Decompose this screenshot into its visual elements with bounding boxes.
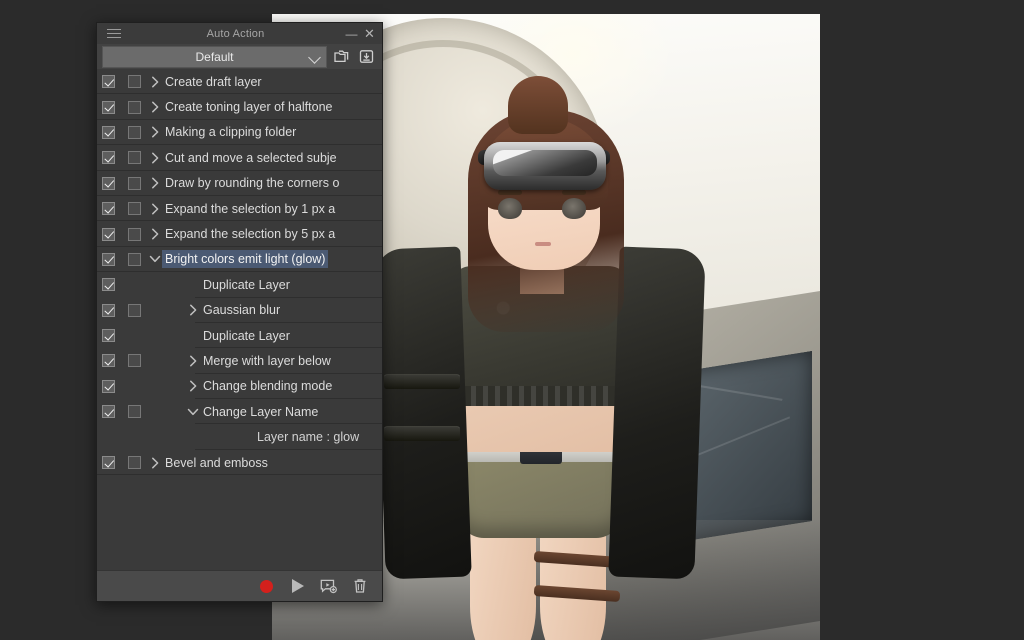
action-dialog-checkbox[interactable] — [128, 304, 141, 317]
chevron-right-icon[interactable] — [147, 75, 162, 89]
action-row-label: Draw by rounding the corners o — [162, 174, 342, 192]
action-row-label: Duplicate Layer — [200, 276, 293, 294]
action-dialog-checkbox[interactable] — [128, 456, 141, 469]
action-set-value: Default — [195, 50, 233, 64]
action-dialog-checkbox[interactable] — [128, 101, 141, 114]
action-enabled-checkbox[interactable] — [102, 405, 115, 418]
action-enabled-checkbox[interactable] — [102, 228, 115, 241]
close-button[interactable]: ✕ — [361, 23, 378, 44]
duplicate-action-set-icon[interactable] — [331, 46, 352, 67]
action-enabled-checkbox[interactable] — [102, 101, 115, 114]
action-enabled-checkbox[interactable] — [102, 278, 115, 291]
action-dialog-checkbox[interactable] — [128, 405, 141, 418]
action-row-label: Cut and move a selected subje — [162, 149, 340, 167]
action-row[interactable]: Making a clipping folder — [97, 120, 382, 145]
action-enabled-checkbox[interactable] — [102, 329, 115, 342]
trash-icon — [353, 578, 367, 594]
action-row-label: Bevel and emboss — [162, 454, 271, 472]
action-row[interactable]: Duplicate Layer — [97, 272, 382, 297]
action-row-label: Duplicate Layer — [200, 327, 293, 345]
action-enabled-checkbox[interactable] — [102, 456, 115, 469]
action-enabled-checkbox[interactable] — [102, 354, 115, 367]
action-dialog-checkbox[interactable] — [128, 151, 141, 164]
action-row[interactable]: Cut and move a selected subje — [97, 145, 382, 170]
action-row[interactable]: Create draft layer — [97, 69, 382, 94]
hamburger-icon[interactable] — [97, 29, 123, 38]
chevron-right-icon[interactable] — [147, 227, 162, 241]
action-row-label: Create draft layer — [162, 73, 265, 91]
chevron-right-icon[interactable] — [147, 125, 162, 139]
action-set-select[interactable]: Default — [102, 46, 327, 68]
action-enabled-checkbox[interactable] — [102, 202, 115, 215]
chevron-right-icon[interactable] — [185, 379, 200, 393]
action-row[interactable]: Duplicate Layer — [97, 323, 382, 348]
panel-toolbar — [97, 570, 382, 601]
action-enabled-checkbox[interactable] — [102, 151, 115, 164]
import-action-set-icon[interactable] — [356, 46, 377, 67]
action-dialog-checkbox[interactable] — [128, 228, 141, 241]
action-enabled-checkbox[interactable] — [102, 253, 115, 266]
action-enabled-checkbox[interactable] — [102, 75, 115, 88]
action-dialog-checkbox[interactable] — [128, 126, 141, 139]
panel-titlebar[interactable]: Auto Action — ✕ — [97, 23, 382, 44]
action-set-row: Default — [97, 44, 382, 69]
action-row[interactable]: Layer name : glow — [97, 424, 382, 449]
action-row[interactable]: Gaussian blur — [97, 298, 382, 323]
chevron-right-icon[interactable] — [147, 202, 162, 216]
chevron-right-icon[interactable] — [185, 303, 200, 317]
chevron-right-icon[interactable] — [185, 354, 200, 368]
action-row[interactable]: Merge with layer below — [97, 348, 382, 373]
canvas-top-band — [272, 0, 820, 14]
action-dialog-checkbox[interactable] — [128, 177, 141, 190]
add-action-button[interactable] — [319, 577, 338, 596]
app-root: Auto Action — ✕ Default — [0, 0, 1024, 640]
record-action-button[interactable] — [257, 577, 276, 596]
action-row[interactable]: Bright colors emit light (glow) — [97, 247, 382, 272]
action-list[interactable]: Create draft layer Create toning layer of… — [97, 69, 382, 570]
record-circle-icon — [260, 580, 273, 593]
action-enabled-checkbox[interactable] — [102, 177, 115, 190]
action-row-label: Layer name : glow — [254, 428, 362, 446]
chevron-down-icon[interactable] — [147, 252, 162, 266]
action-row[interactable]: Expand the selection by 1 px a — [97, 196, 382, 221]
action-row[interactable]: Bevel and emboss — [97, 450, 382, 475]
action-row-label: Change blending mode — [200, 377, 335, 395]
chevron-right-icon[interactable] — [147, 151, 162, 165]
play-action-button[interactable] — [288, 577, 307, 596]
chevron-right-icon[interactable] — [147, 100, 162, 114]
action-row-label: Change Layer Name — [200, 403, 321, 421]
row-separator — [97, 474, 382, 475]
play-triangle-icon — [292, 579, 304, 593]
action-row-label: Expand the selection by 5 px a — [162, 225, 338, 243]
action-dialog-checkbox[interactable] — [128, 202, 141, 215]
action-row-label: Gaussian blur — [200, 301, 283, 319]
action-row-label: Create toning layer of halftone — [162, 98, 335, 116]
action-dialog-checkbox[interactable] — [128, 75, 141, 88]
chevron-right-icon[interactable] — [147, 176, 162, 190]
action-enabled-checkbox[interactable] — [102, 304, 115, 317]
action-row-label: Making a clipping folder — [162, 123, 299, 141]
chevron-down-icon[interactable] — [185, 405, 200, 419]
action-row[interactable]: Create toning layer of halftone — [97, 94, 382, 119]
action-enabled-checkbox[interactable] — [102, 380, 115, 393]
delete-action-button[interactable] — [350, 577, 369, 596]
chevron-right-icon[interactable] — [147, 456, 162, 470]
action-row[interactable]: Draw by rounding the corners o — [97, 171, 382, 196]
action-row-label: Bright colors emit light (glow) — [162, 250, 328, 268]
add-action-icon — [320, 578, 337, 594]
action-row[interactable]: Expand the selection by 5 px a — [97, 221, 382, 246]
action-row-label: Merge with layer below — [200, 352, 334, 370]
action-dialog-checkbox[interactable] — [128, 354, 141, 367]
action-enabled-checkbox[interactable] — [102, 126, 115, 139]
action-row-label: Expand the selection by 1 px a — [162, 200, 338, 218]
action-row[interactable]: Change blending mode — [97, 374, 382, 399]
auto-action-panel[interactable]: Auto Action — ✕ Default — [96, 22, 383, 602]
chevron-down-icon — [308, 51, 321, 64]
minimize-button[interactable]: — — [343, 23, 360, 44]
action-row[interactable]: Change Layer Name — [97, 399, 382, 424]
action-dialog-checkbox[interactable] — [128, 253, 141, 266]
